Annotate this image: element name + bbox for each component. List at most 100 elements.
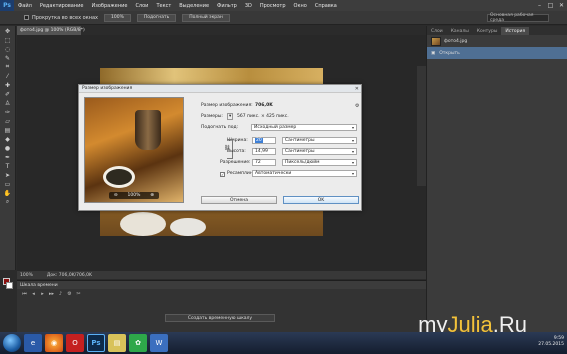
clock[interactable]: 9:59 27.05.2015 xyxy=(538,336,564,348)
menu-view[interactable]: Просмотр xyxy=(256,3,290,9)
history-snapshot[interactable]: фото4.jpg xyxy=(427,35,567,47)
menu-type[interactable]: Текст xyxy=(152,3,175,9)
tab-history[interactable]: История xyxy=(501,27,530,35)
first-frame-icon[interactable]: ⏮ xyxy=(21,291,28,298)
close-icon[interactable]: ✕ xyxy=(556,0,567,11)
prev-frame-icon[interactable]: ◂ xyxy=(30,291,37,298)
snapshot-label: фото4.jpg xyxy=(444,38,468,44)
type-tool-icon[interactable]: T xyxy=(3,162,13,170)
zoom-tool-icon[interactable]: ⌕ xyxy=(3,198,13,206)
menu-filter[interactable]: Фильтр xyxy=(213,3,241,9)
path-selection-tool-icon[interactable]: ➤ xyxy=(3,171,13,179)
image-size-value: 706,0K xyxy=(255,103,273,108)
background-color-swatch[interactable] xyxy=(6,282,13,289)
move-tool-icon[interactable]: ✥ xyxy=(3,27,13,35)
next-frame-icon[interactable]: ▸▸ xyxy=(48,291,55,298)
width-field[interactable]: 20 xyxy=(252,137,276,144)
crop-tool-icon[interactable]: ⌗ xyxy=(3,63,13,71)
eyedropper-tool-icon[interactable]: ⁄ xyxy=(3,72,13,80)
start-button[interactable] xyxy=(3,334,21,352)
checkbox-box[interactable] xyxy=(24,15,29,20)
chevron-down-icon: ▾ xyxy=(351,149,354,154)
healing-brush-tool-icon[interactable]: ✚ xyxy=(3,81,13,89)
play-icon[interactable]: ▸ xyxy=(39,291,46,298)
cancel-button[interactable]: Отмена xyxy=(201,196,277,204)
image-plate-left xyxy=(120,212,166,236)
timeline-controls: ⏮ ◂ ▸ ▸▸ ♪ ⚙ ✂ xyxy=(17,289,426,299)
document-tab[interactable]: фото4.jpg @ 100% (RGB/8*) xyxy=(17,26,85,35)
eraser-tool-icon[interactable]: ▱ xyxy=(3,117,13,125)
scroll-all-windows-checkbox[interactable]: Прокрутка во всех окнах xyxy=(24,15,98,21)
width-value: 20 xyxy=(255,138,263,143)
resolution-field[interactable]: 72 xyxy=(252,159,276,166)
width-unit-value: Сантиметры xyxy=(285,138,315,143)
menu-select[interactable]: Выделение xyxy=(175,3,213,9)
lasso-tool-icon[interactable]: ◌ xyxy=(3,45,13,53)
dodge-tool-icon[interactable]: ● xyxy=(3,144,13,152)
audio-icon[interactable]: ♪ xyxy=(57,291,64,298)
resample-select[interactable]: Автоматически ▾ xyxy=(252,170,357,177)
ok-button[interactable]: OK xyxy=(283,196,359,204)
gradient-tool-icon[interactable]: ▤ xyxy=(3,126,13,134)
history-item[interactable]: ▣ Открыть xyxy=(427,47,567,59)
brush-tool-icon[interactable]: ✐ xyxy=(3,90,13,98)
menu-help[interactable]: Справка xyxy=(311,3,341,9)
menu-image[interactable]: Изображение xyxy=(87,3,131,9)
workspace-select[interactable]: Основная рабочая среда xyxy=(487,13,549,23)
resolution-unit-select[interactable]: Пиксель/дюйм ▾ xyxy=(282,159,357,166)
tab-channels[interactable]: Каналы xyxy=(447,27,473,35)
tab-layers[interactable]: Слои xyxy=(427,27,447,35)
word-icon[interactable]: W xyxy=(150,334,168,352)
height-field[interactable]: 14,99 xyxy=(252,148,276,155)
image-preview[interactable]: ⊖ 100% ⊕ xyxy=(84,97,184,203)
settings-icon[interactable]: ⚙ xyxy=(66,291,73,298)
zoom-out-icon[interactable]: ⊖ xyxy=(114,193,118,198)
menu-edit[interactable]: Редактирование xyxy=(36,3,88,9)
gear-icon[interactable]: ⚙ xyxy=(355,103,359,109)
menu-layers[interactable]: Слои xyxy=(131,3,152,9)
width-unit-select[interactable]: Сантиметры ▾ xyxy=(282,137,357,144)
fit-to-select[interactable]: Исходный размер ▾ xyxy=(251,124,357,131)
menu-file[interactable]: Файл xyxy=(14,3,36,9)
ie-icon[interactable]: e xyxy=(24,334,42,352)
height-unit-select[interactable]: Сантиметры ▾ xyxy=(282,148,357,155)
game-icon[interactable]: ✿ xyxy=(129,334,147,352)
doc-size-info: Док: 706,0K/706,0K xyxy=(46,272,92,278)
zoom-level[interactable]: 100% xyxy=(20,273,33,278)
clone-stamp-tool-icon[interactable]: ♙ xyxy=(3,99,13,107)
photoshop-logo: Ps xyxy=(0,0,14,11)
menu-3d[interactable]: 3D xyxy=(241,3,256,9)
options-bar: Прокрутка во всех окнах 100% Подогнать П… xyxy=(0,11,567,25)
dialog-title: Размер изображения xyxy=(79,85,361,93)
zoom-100-button[interactable]: 100% xyxy=(104,13,131,22)
close-icon[interactable]: ✕ xyxy=(355,86,359,92)
minimize-icon[interactable]: – xyxy=(534,0,545,11)
history-item-label: Открыть xyxy=(439,50,460,56)
resample-checkbox[interactable]: ✓ xyxy=(220,172,225,177)
full-screen-button[interactable]: Полный экран xyxy=(182,13,230,22)
explorer-icon[interactable]: ▤ xyxy=(108,334,126,352)
tab-paths[interactable]: Контуры xyxy=(473,27,502,35)
blur-tool-icon[interactable]: ◆ xyxy=(3,135,13,143)
firefox-icon[interactable]: ◉ xyxy=(45,334,63,352)
cut-icon[interactable]: ✂ xyxy=(75,291,82,298)
opera-icon[interactable]: O xyxy=(66,334,84,352)
menu-window[interactable]: Окно xyxy=(290,3,311,9)
fit-screen-button[interactable]: Подогнать xyxy=(136,13,177,22)
marquee-tool-icon[interactable]: ⬚ xyxy=(3,36,13,44)
fit-to-label: Подогнать под: xyxy=(201,125,239,130)
preview-zoom-control[interactable]: ⊖ 100% ⊕ xyxy=(109,192,159,199)
pen-tool-icon[interactable]: ✒ xyxy=(3,153,13,161)
panel-tabs: Слои Каналы Контуры История xyxy=(427,26,567,35)
height-label: Высота: xyxy=(227,149,246,154)
quick-select-tool-icon[interactable]: ✎ xyxy=(3,54,13,62)
zoom-in-icon[interactable]: ⊕ xyxy=(150,193,154,198)
hand-tool-icon[interactable]: ✋ xyxy=(3,189,13,197)
photoshop-taskbar-icon[interactable]: Ps xyxy=(87,334,105,352)
create-timeline-button[interactable]: Создать временную шкалу xyxy=(165,314,275,322)
resample-value: Автоматически xyxy=(255,171,292,176)
dimensions-toggle-icon[interactable]: ▾ xyxy=(227,113,234,120)
maximize-icon[interactable]: □ xyxy=(545,0,556,11)
shape-tool-icon[interactable]: ▭ xyxy=(3,180,13,188)
history-brush-tool-icon[interactable]: ✑ xyxy=(3,108,13,116)
